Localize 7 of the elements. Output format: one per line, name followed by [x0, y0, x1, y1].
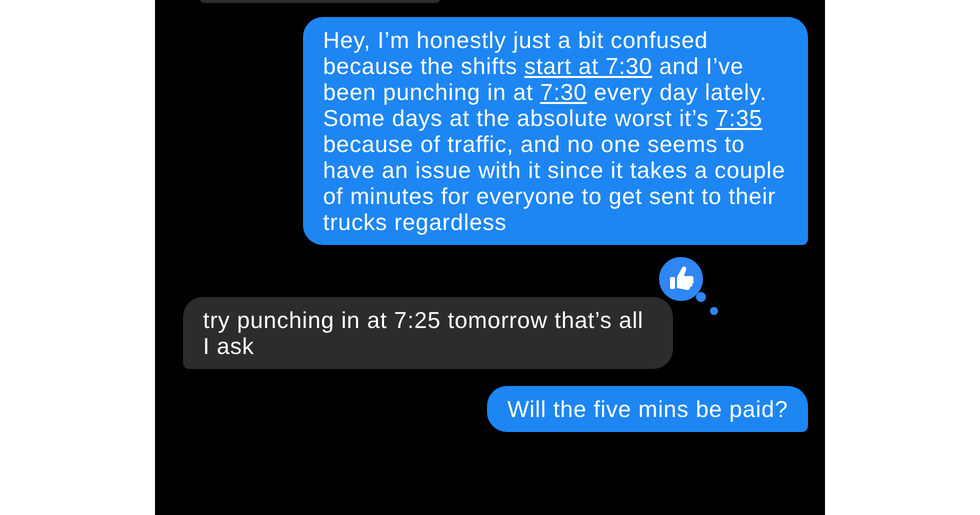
- sent-message: Hey, I’m honestly just a bit confused because the shifts start at 7:30 and I’ve been punching in at 7:30 every day lately. Some days at the absolute worst it’s 7:35 because of traffic, and no one seems to have an issue with it since it takes a couple of minutes for everyone to get sent to their trucks regardless: [303, 17, 808, 245]
- time-link[interactable]: 7:35: [716, 105, 762, 131]
- thumbs-up-reaction-icon: [657, 255, 719, 317]
- time-link[interactable]: start at 7:30: [524, 53, 652, 79]
- time-link[interactable]: 7:30: [540, 79, 587, 105]
- received-message: try punching in at 7:25 tomorrow that’s all I ask: [183, 297, 673, 369]
- sent-message: Will the five mins be paid?: [487, 386, 808, 432]
